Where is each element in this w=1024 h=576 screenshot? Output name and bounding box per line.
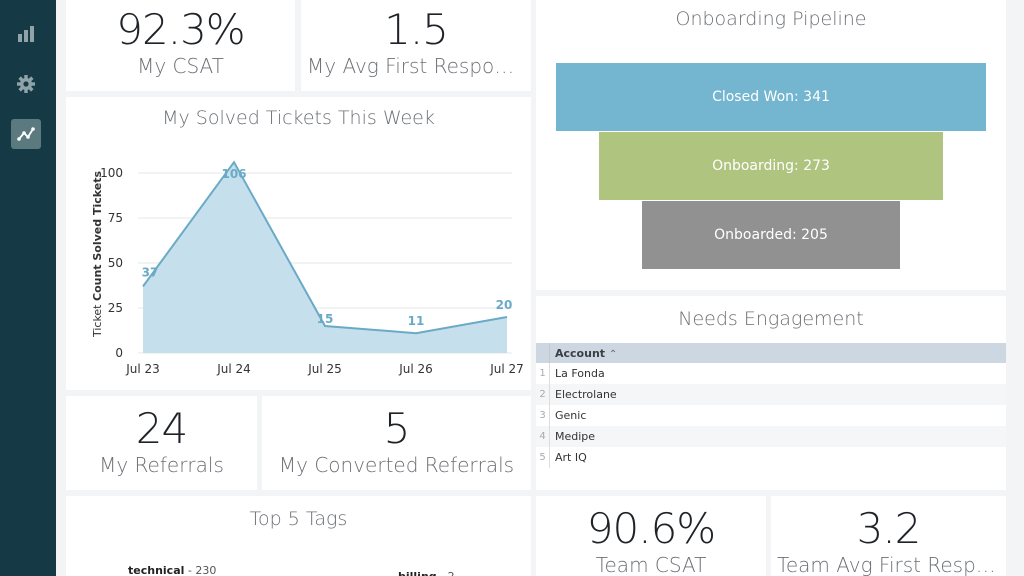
account-cell: Art IQ bbox=[555, 451, 587, 464]
sidebar-item-trends[interactable] bbox=[11, 119, 41, 149]
y-axis-label-prefix: Ticket bbox=[91, 304, 104, 338]
data-label: 11 bbox=[408, 314, 425, 328]
top-tags-tile: Top 5 Tags technical - 230 billing - 2… bbox=[66, 496, 531, 576]
row-number: 2 bbox=[536, 384, 550, 405]
row-number: 3 bbox=[536, 405, 550, 426]
x-tick-label: Jul 25 bbox=[307, 362, 342, 376]
kpi-team-csat[interactable]: 90.6% Team CSAT bbox=[536, 496, 766, 576]
tag-name: technical bbox=[128, 564, 185, 576]
tag-name: billing bbox=[398, 570, 437, 576]
row-number: 1 bbox=[536, 363, 550, 384]
kpi-value: 1.5 bbox=[384, 5, 449, 54]
account-cell: Genic bbox=[555, 409, 587, 422]
table-row[interactable]: 5 Art IQ bbox=[536, 447, 1006, 468]
row-number: 4 bbox=[536, 426, 550, 447]
kpi-my-converted-referrals[interactable]: 5 My Converted Referrals bbox=[262, 396, 531, 490]
data-label: 37 bbox=[142, 265, 159, 279]
kpi-label: My Avg First Response ... bbox=[307, 54, 531, 78]
kpi-my-avg-first-response[interactable]: 1.5 My Avg First Response ... bbox=[301, 0, 531, 91]
line-chart-icon bbox=[17, 127, 35, 141]
tag-label-technical: technical - 230 bbox=[128, 564, 216, 576]
sort-ascending-icon: ⌃ bbox=[608, 348, 618, 360]
account-cell: La Fonda bbox=[555, 367, 605, 380]
needs-engagement-tile: Needs Engagement Account ⌃ 1 La Fonda 2 Ele… bbox=[536, 296, 1006, 490]
funnel-stage-closed-won[interactable]: Closed Won: 341 bbox=[556, 63, 986, 131]
gear-icon bbox=[17, 75, 35, 93]
tag-label-billing: billing - 2… bbox=[398, 570, 466, 576]
x-tick-label: Jul 27 bbox=[489, 362, 524, 376]
y-axis-label-bold: Count Solved Tickets bbox=[91, 171, 104, 301]
funnel-label: Onboarding: 273 bbox=[712, 158, 830, 174]
table-header: Account ⌃ bbox=[536, 343, 1006, 363]
solved-tickets-chart: 3710615 1120 0255075100Jul 23 Jul 24 Jul 25… bbox=[91, 160, 524, 376]
table-row[interactable]: 4 Medipe bbox=[536, 426, 1006, 447]
x-tick-label: Jul 23 bbox=[125, 362, 160, 376]
sidebar-item-settings[interactable] bbox=[11, 69, 41, 99]
x-tick-label: Jul 26 bbox=[398, 362, 433, 376]
dashboard: 92.3% My CSAT 1.5 My Avg First Response … bbox=[56, 0, 1024, 576]
kpi-label: Team Avg First Respon... bbox=[777, 553, 1006, 576]
data-label: 15 bbox=[317, 312, 334, 326]
data-label: 106 bbox=[221, 167, 246, 181]
y-tick-label: 75 bbox=[108, 211, 123, 225]
kpi-label: My CSAT bbox=[137, 54, 224, 78]
funnel-label: Closed Won: 341 bbox=[712, 89, 830, 105]
table-row[interactable]: 1 La Fonda bbox=[536, 363, 1006, 384]
kpi-value: 24 bbox=[135, 404, 188, 453]
chart-title: Top 5 Tags bbox=[249, 508, 348, 530]
funnel-label: Onboarded: 205 bbox=[714, 227, 828, 243]
data-label: 20 bbox=[496, 298, 513, 312]
row-number: 5 bbox=[536, 447, 550, 468]
kpi-label: Team CSAT bbox=[595, 553, 707, 576]
needs-engagement-table: Account ⌃ 1 La Fonda 2 Electrolane 3 Genic 4 Me… bbox=[536, 343, 1006, 468]
sidebar bbox=[0, 0, 56, 576]
table-row[interactable]: 2 Electrolane bbox=[536, 384, 1006, 405]
onboarding-pipeline-tile: Onboarding Pipeline Closed Won: 341 Onbo… bbox=[536, 0, 1006, 290]
kpi-team-avg-first-response[interactable]: 3.2 Team Avg First Respon... bbox=[771, 496, 1006, 576]
account-cell: Medipe bbox=[555, 430, 596, 443]
y-tick-label: 50 bbox=[108, 256, 123, 270]
x-tick-label: Jul 24 bbox=[216, 362, 251, 376]
kpi-value: 3.2 bbox=[856, 504, 922, 553]
table-row[interactable]: 3 Genic bbox=[536, 405, 1006, 426]
kpi-value: 5 bbox=[383, 404, 411, 453]
y-tick-label: 25 bbox=[108, 301, 123, 315]
bar-chart-icon bbox=[18, 26, 34, 42]
column-header-account[interactable]: Account ⌃ bbox=[550, 347, 617, 360]
tag-value: - 2… bbox=[437, 570, 465, 576]
sidebar-item-reports[interactable] bbox=[11, 19, 41, 49]
chart-title: Onboarding Pipeline bbox=[675, 8, 867, 30]
y-axis-label: Ticket Count Solved Tickets bbox=[91, 171, 104, 339]
account-cell: Electrolane bbox=[555, 388, 617, 401]
table-title: Needs Engagement bbox=[678, 308, 864, 330]
kpi-label: My Referrals bbox=[99, 453, 224, 477]
kpi-label: My Converted Referrals bbox=[278, 453, 515, 477]
kpi-my-referrals[interactable]: 24 My Referrals bbox=[66, 396, 257, 490]
kpi-my-csat[interactable]: 92.3% My CSAT bbox=[66, 0, 295, 91]
kpi-value: 90.6% bbox=[586, 504, 716, 553]
kpi-value: 92.3% bbox=[116, 5, 245, 54]
funnel-stage-onboarding[interactable]: Onboarding: 273 bbox=[599, 132, 943, 200]
tag-value: - 230 bbox=[184, 564, 217, 576]
y-tick-label: 0 bbox=[115, 346, 123, 360]
funnel-stage-onboarded[interactable]: Onboarded: 205 bbox=[642, 201, 900, 269]
solved-tickets-tile: My Solved Tickets This Week 37 106 15 11 20 … bbox=[66, 97, 531, 390]
